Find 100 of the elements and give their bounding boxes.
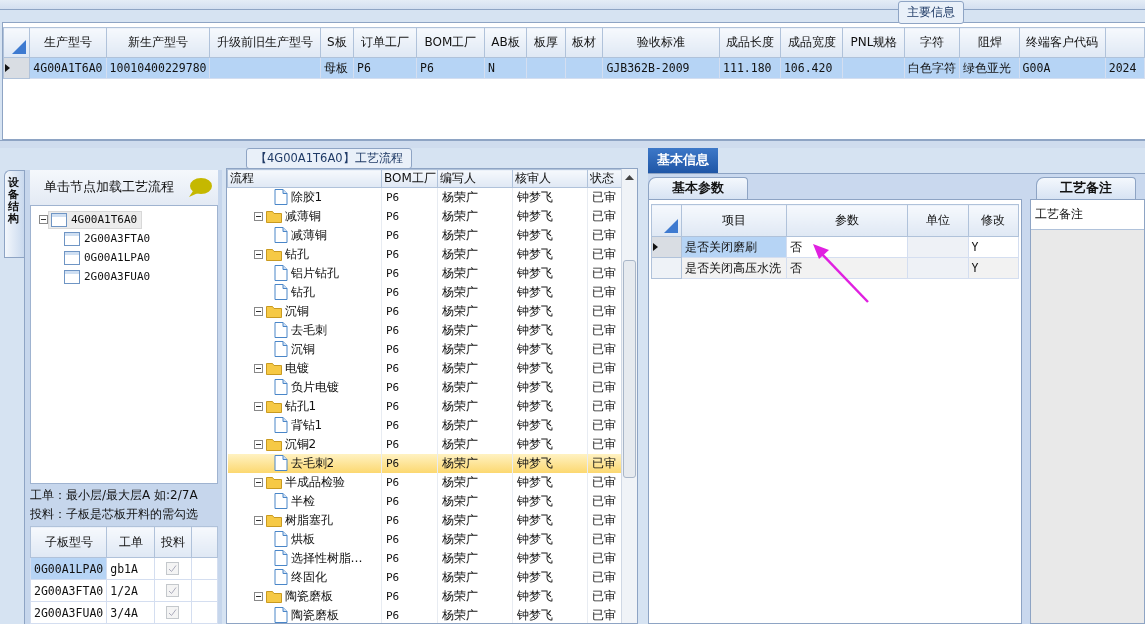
table-cell: 杨荣广 [437, 339, 513, 359]
process-step: 去毛刺2 [290, 454, 335, 472]
process-step: 铝片钻孔 [290, 264, 339, 282]
table-cell: 钟梦飞 [512, 548, 588, 568]
tab[interactable]: 基本参数 [648, 177, 748, 199]
collapse-icon[interactable] [253, 401, 263, 411]
table-cell: 钟梦飞 [512, 187, 588, 207]
table-cell: 杨荣广 [437, 244, 513, 264]
tree-node[interactable]: 0G00A1LPA0 [61, 248, 156, 267]
table-cell: P6 [381, 301, 438, 321]
node-icon [64, 269, 80, 284]
table-cell: 杨荣广 [437, 358, 513, 378]
note-text: 投料：子板是芯板开料的需勾选 [30, 506, 199, 523]
document-icon [273, 569, 288, 585]
scroll-up-icon[interactable] [625, 174, 634, 180]
table-cell: 钟梦飞 [512, 339, 588, 359]
process-step: 半检 [290, 492, 315, 510]
document-icon [273, 531, 288, 547]
group-title: 主要信息 [898, 1, 964, 24]
table-cell: 杨荣广 [437, 415, 513, 435]
table-cell: 1/2A [106, 579, 155, 602]
column-header: 项目 [681, 204, 787, 237]
table-cell: 钟梦飞 [512, 605, 588, 623]
collapse-icon[interactable] [253, 211, 263, 221]
column-header: 验收标准 [602, 27, 720, 58]
table-cell: P6 [381, 605, 438, 623]
table-cell: 杨荣广 [437, 472, 513, 492]
row-pointer-icon [653, 243, 658, 251]
table-cell: 杨荣广 [437, 605, 513, 623]
table-cell: P6 [381, 548, 438, 568]
folder-icon [265, 361, 282, 375]
process-step: 钻孔1 [284, 397, 317, 415]
table-cell: 钟梦飞 [512, 377, 588, 397]
column-header: 订单工厂 [353, 27, 417, 58]
collapse-icon[interactable] [253, 363, 263, 373]
node-icon [51, 212, 67, 227]
collapse-icon[interactable] [253, 477, 263, 487]
column-header: BOM工厂 [416, 27, 485, 58]
document-icon [273, 227, 288, 243]
table-cell: P6 [381, 225, 438, 245]
process-step: 背钻1 [290, 416, 323, 434]
table-cell: 钟梦飞 [512, 282, 588, 302]
table-cell: 钟梦飞 [512, 263, 588, 283]
table-cell[interactable]: 0G00A1LPA0 [30, 557, 107, 580]
table-cell[interactable]: 2G00A3FTA0 [30, 579, 107, 602]
table-cell[interactable]: 2G00A3FUA0 [30, 601, 107, 624]
table-cell: 杨荣广 [437, 491, 513, 511]
collapse-icon[interactable] [253, 306, 263, 316]
tree-node[interactable]: 4G00A1T6A0 [48, 210, 143, 229]
column-header: 核审人 [512, 169, 588, 188]
table-cell: 杨荣广 [437, 529, 513, 549]
table-cell: P6 [381, 244, 438, 264]
table-cell: P6 [381, 263, 438, 283]
table-cell: 钟梦飞 [512, 434, 588, 454]
column-header: 子板型号 [30, 526, 107, 558]
tab[interactable]: 工艺备注 [1036, 177, 1136, 199]
column-header: PNL规格 [843, 27, 905, 58]
table-cell: 杨荣广 [437, 586, 513, 606]
checkbox[interactable] [166, 605, 180, 619]
column-header: 字符 [904, 27, 960, 58]
table-cell: 钟梦飞 [512, 453, 588, 473]
table-cell: 钟梦飞 [512, 586, 588, 606]
column-header: S板 [320, 27, 354, 58]
column-header: AB板 [484, 27, 527, 58]
column-header: 阻焊 [959, 27, 1020, 58]
table-cell: 杨荣广 [437, 377, 513, 397]
collapse-icon[interactable] [39, 215, 48, 224]
table-cell: 杨荣广 [437, 263, 513, 283]
document-icon [273, 189, 288, 206]
collapse-icon[interactable] [253, 249, 263, 259]
node-icon [64, 250, 80, 265]
table-cell: P6 [381, 453, 438, 473]
collapse-icon[interactable] [253, 439, 263, 449]
tab[interactable]: 基本信息 [648, 148, 718, 173]
collapse-icon[interactable] [253, 591, 263, 601]
table-cell: 杨荣广 [437, 225, 513, 245]
process-step: 半成品检验 [284, 473, 345, 491]
tree-node[interactable]: 2G00A3FUA0 [61, 267, 156, 286]
table-cell: 钟梦飞 [512, 301, 588, 321]
process-step: 烘板 [290, 530, 315, 548]
folder-icon [265, 247, 282, 261]
table-cell: 钟梦飞 [512, 396, 588, 416]
checkbox[interactable] [166, 561, 180, 575]
table-cell: 钟梦飞 [512, 244, 588, 264]
table-cell: P6 [381, 358, 438, 378]
column-header: 单位 [907, 204, 969, 237]
process-step: 沉铜2 [284, 435, 317, 453]
folder-icon [265, 589, 282, 603]
process-step: 减薄铜 [284, 207, 321, 225]
document-icon [273, 493, 288, 509]
table-cell: P6 [381, 415, 438, 435]
column-header: 生产型号 [29, 27, 107, 58]
side-tab[interactable]: 设备结构 [4, 170, 24, 258]
checkbox[interactable] [166, 583, 180, 597]
process-row[interactable]: 去毛刺2 P6 杨荣广 钟梦飞 已审 [227, 453, 621, 473]
document-icon [273, 550, 288, 566]
collapse-icon[interactable] [253, 515, 263, 525]
table-cell: 钟梦飞 [512, 415, 588, 435]
document-icon [273, 417, 288, 433]
tree-node[interactable]: 2G00A3FTA0 [61, 229, 156, 248]
